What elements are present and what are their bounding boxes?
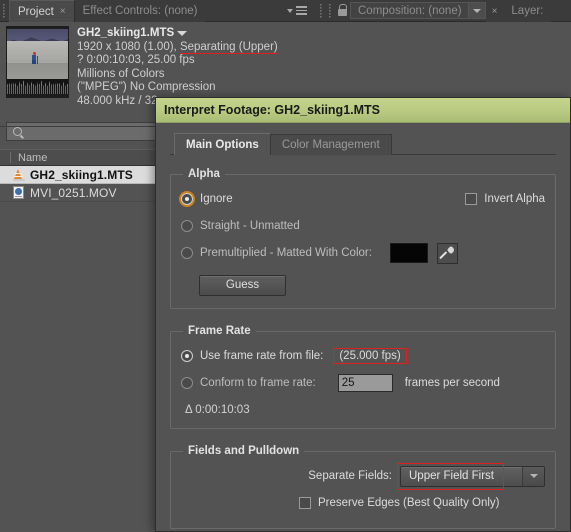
interpret-footage-dialog: Interpret Footage: GH2_skiing1.MTS Main …: [155, 97, 571, 532]
composition-close-button[interactable]: ×: [485, 0, 504, 22]
preserve-edges-row: Preserve Edges (Best Quality Only): [299, 492, 545, 514]
invert-alpha-row: Invert Alpha: [465, 193, 545, 205]
fields-pulldown-legend: Fields and Pulldown: [188, 445, 300, 457]
vlc-cone-icon: [12, 168, 25, 182]
chevron-down-icon[interactable]: [522, 466, 544, 486]
separate-fields-dropdown-wrap: Upper Field First: [397, 462, 545, 490]
separate-fields-value: Upper Field First: [409, 470, 494, 482]
dialog-body: Main Options Color Management Alpha Igno…: [156, 123, 570, 532]
footage-title: GH2_skiing1.MTS: [77, 27, 175, 39]
footage-duration: ? 0:00:10:03, 25.00 fps: [77, 54, 195, 66]
frames-per-second-label: frames per second: [404, 377, 500, 389]
checkbox-preserve-edges[interactable]: [299, 497, 311, 509]
radio-use-frame-rate-from-file[interactable]: [181, 350, 193, 362]
tab-layer[interactable]: Layer:: [503, 0, 552, 22]
footage-dimensions: 1920 x 1080 (1.00),: [77, 40, 180, 53]
checkbox-invert-alpha[interactable]: [465, 193, 478, 205]
guess-row: Guess: [199, 274, 545, 296]
separate-fields-dropdown[interactable]: Upper Field First: [400, 465, 545, 487]
footage-thumbnail: [6, 26, 69, 98]
panel-grip-handle[interactable]: [0, 0, 9, 21]
tab-project[interactable]: Project ×: [9, 0, 75, 22]
matte-color-swatch[interactable]: [389, 243, 428, 263]
dialog-title-bar[interactable]: Interpret Footage: GH2_skiing1.MTS: [156, 98, 570, 123]
footage-title-row: GH2_skiing1.MTS: [77, 27, 278, 41]
footage-info-area: GH2_skiing1.MTS 1920 x 1080 (1.00), Sepa…: [0, 22, 326, 107]
conform-frame-rate-input[interactable]: [337, 374, 393, 392]
tab-effect-controls[interactable]: Effect Controls: (none): [74, 0, 206, 22]
radio-premultiplied[interactable]: [181, 247, 193, 259]
search-icon: [13, 127, 22, 136]
tab-main-options[interactable]: Main Options: [174, 133, 271, 155]
guess-button[interactable]: Guess: [199, 274, 286, 296]
checkbox-preserve-edges-label: Preserve Edges (Best Quality Only): [318, 497, 500, 509]
footage-separating-highlight: Separating (Upper): [179, 40, 278, 54]
tab-layer-label: Layer:: [511, 5, 544, 17]
file-frame-rate-highlight: (25.000 fps): [333, 348, 407, 364]
tab-effect-controls-label: Effect Controls: (none): [82, 5, 198, 17]
close-icon[interactable]: ×: [60, 6, 66, 17]
duration-delta: Δ 0:00:10:03: [185, 404, 250, 416]
file-frame-rate-value: (25.000 fps): [339, 350, 401, 362]
separate-fields-row: Separate Fields: Upper Field First: [181, 462, 545, 490]
chevron-down-icon[interactable]: [467, 3, 485, 18]
skier-figure: [31, 52, 38, 65]
audio-waveform: [7, 79, 68, 94]
right-panel-tabbar: Composition: (none) × Layer:: [326, 0, 571, 22]
tab-main-options-label: Main Options: [186, 138, 259, 151]
radio-straight-unmatted-label: Straight - Unmatted: [200, 220, 300, 232]
eyedropper-icon[interactable]: [436, 242, 458, 264]
tab-project-label: Project: [18, 5, 54, 18]
radio-straight-unmatted[interactable]: [181, 220, 193, 232]
chevron-down-icon[interactable]: [177, 31, 188, 37]
tab-color-management-label: Color Management: [281, 139, 380, 151]
composition-selector[interactable]: Composition: (none): [350, 2, 486, 19]
radio-ignore[interactable]: [181, 193, 193, 205]
quicktime-mov-icon: [12, 186, 25, 200]
chevron-down-icon: [287, 8, 293, 13]
list-item-label: MVI_0251.MOV: [30, 185, 117, 200]
footage-metadata: GH2_skiing1.MTS 1920 x 1080 (1.00), Sepa…: [77, 26, 278, 107]
radio-premultiplied-label: Premultiplied - Matted With Color:: [200, 247, 372, 259]
radio-conform-frame-rate-label: Conform to frame rate:: [200, 377, 316, 389]
radio-conform-frame-rate[interactable]: [181, 377, 193, 389]
alpha-section: Alpha Ignore Invert Alpha Straight - Unm…: [170, 168, 556, 309]
conform-frame-rate-row: Conform to frame rate: frames per second: [181, 372, 545, 394]
tabbar-spacer: [205, 0, 277, 21]
tab-color-management[interactable]: Color Management: [269, 134, 392, 155]
hamburger-icon: [296, 6, 307, 15]
footage-codec: ("MPEG") No Compression: [77, 81, 216, 93]
use-frame-rate-row: Use frame rate from file: (25.000 fps): [181, 345, 545, 367]
lock-icon[interactable]: [336, 4, 348, 17]
footage-dimensions-row: 1920 x 1080 (1.00), Separating (Upper): [77, 40, 278, 55]
close-icon: ×: [491, 5, 498, 17]
alpha-legend: Alpha: [188, 168, 220, 180]
radio-use-frame-rate-label: Use frame rate from file:: [200, 350, 324, 362]
alpha-straight-row: Straight - Unmatted: [181, 215, 545, 237]
list-item-label: GH2_skiing1.MTS: [30, 167, 133, 182]
dialog-title: Interpret Footage: GH2_skiing1.MTS: [164, 103, 381, 117]
dialog-tabs: Main Options Color Management: [174, 133, 556, 155]
separate-fields-label: Separate Fields:: [308, 470, 392, 482]
frame-rate-section: Frame Rate Use frame rate from file: (25…: [170, 325, 556, 429]
panel-grip-handle-right[interactable]: [317, 0, 326, 21]
panel-menu-button[interactable]: [277, 0, 317, 21]
fields-pulldown-section: Fields and Pulldown Separate Fields: Upp…: [170, 445, 556, 529]
panel-grip-handle-2[interactable]: [326, 0, 335, 21]
composition-label: Composition: (none): [358, 4, 462, 17]
alpha-premultiplied-row: Premultiplied - Matted With Color:: [181, 242, 545, 264]
alpha-ignore-row: Ignore Invert Alpha: [181, 188, 545, 210]
radio-ignore-label: Ignore: [200, 193, 233, 205]
column-header-name: Name: [18, 151, 48, 164]
left-panel-tabbar: Project × Effect Controls: (none): [0, 0, 326, 22]
frame-rate-legend: Frame Rate: [188, 325, 251, 337]
checkbox-invert-alpha-label: Invert Alpha: [484, 193, 545, 205]
footage-color-depth: Millions of Colors: [77, 67, 165, 80]
